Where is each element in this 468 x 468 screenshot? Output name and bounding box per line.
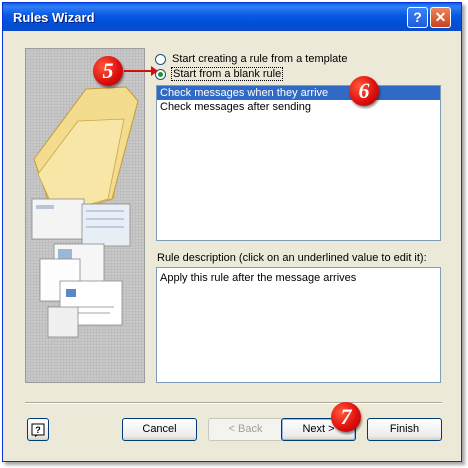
help-button[interactable]: ? xyxy=(27,418,49,441)
window-title: Rules Wizard xyxy=(13,10,95,25)
callout-arrow xyxy=(124,66,158,76)
template-radio[interactable] xyxy=(155,53,166,65)
cancel-button[interactable]: Cancel xyxy=(122,418,197,441)
svg-text:?: ? xyxy=(35,425,41,435)
folder-envelopes-illustration xyxy=(31,86,139,338)
title-bar: Rules Wizard ? ✕ xyxy=(3,3,461,31)
callout-step-7: 7 xyxy=(331,402,361,432)
callout-step-5: 5 xyxy=(93,56,123,86)
list-item[interactable]: Check messages after sending xyxy=(157,100,440,114)
help-icon: ? xyxy=(31,423,45,437)
callout-step-6: 6 xyxy=(349,76,379,106)
finish-button[interactable]: Finish xyxy=(367,418,442,441)
list-item[interactable]: Check messages when they arrive xyxy=(157,86,440,100)
option-blank[interactable]: Start from a blank rule xyxy=(155,67,284,81)
divider xyxy=(25,402,442,404)
blank-radio-label: Start from a blank rule xyxy=(170,67,284,81)
option-template[interactable]: Start creating a rule from a template xyxy=(155,52,347,66)
title-help-button[interactable]: ? xyxy=(407,7,428,28)
rule-description-box[interactable]: Apply this rule after the message arrive… xyxy=(156,267,441,383)
template-radio-label: Start creating a rule from a template xyxy=(172,53,348,65)
rule-type-list[interactable]: Check messages when they arrive Check me… xyxy=(156,85,441,241)
close-button[interactable]: ✕ xyxy=(430,7,451,28)
rule-description-text: Apply this rule after the message arrive… xyxy=(160,272,357,284)
rule-description-label: Rule description (click on an underlined… xyxy=(157,252,427,264)
back-button[interactable]: < Back xyxy=(208,418,283,441)
wizard-illustration xyxy=(25,48,145,383)
